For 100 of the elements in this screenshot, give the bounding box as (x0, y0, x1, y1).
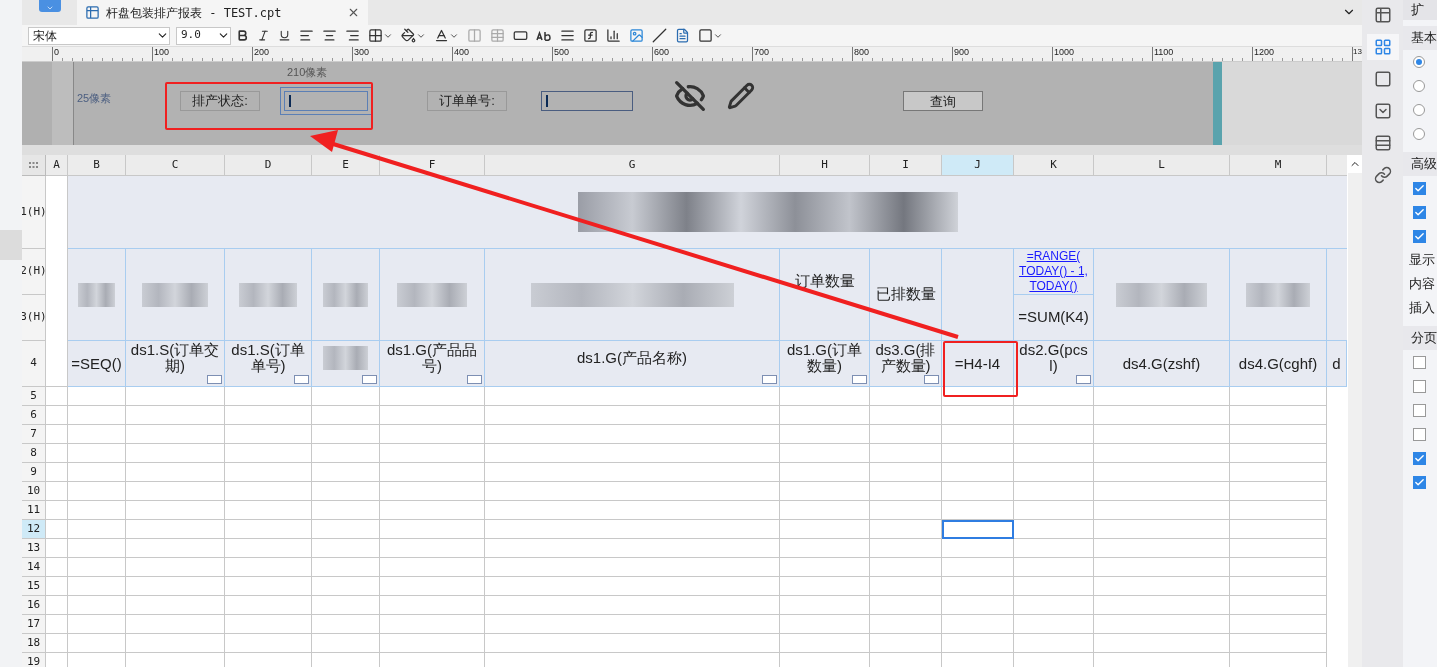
column-header[interactable]: H (780, 155, 870, 176)
align-left-icon (299, 28, 314, 43)
table-cell (870, 463, 942, 482)
column-header[interactable]: D (225, 155, 312, 176)
side-panel-tab[interactable] (1366, 34, 1399, 60)
column-header[interactable]: K (1014, 155, 1094, 176)
radio-button[interactable] (1413, 128, 1425, 140)
select-all-button[interactable] (22, 155, 46, 176)
caret-icon (45, 4, 54, 12)
table-cell (312, 501, 380, 520)
table-cell (46, 482, 68, 501)
font-size-select[interactable]: 9.0 (176, 26, 231, 45)
section-title: 分页 (1403, 326, 1437, 350)
table-cell (46, 520, 68, 539)
row-header[interactable]: 17 (22, 615, 46, 634)
radio-button[interactable] (1413, 104, 1425, 116)
row-header[interactable]: 15 (22, 577, 46, 596)
row-header[interactable]: 1(H) (22, 176, 46, 249)
table-cell (46, 501, 68, 520)
column-header[interactable]: B (68, 155, 126, 176)
column-header[interactable]: E (312, 155, 380, 176)
table-cell (312, 406, 380, 425)
align-right-icon (345, 28, 360, 43)
row-header[interactable]: 6 (22, 406, 46, 425)
formula-link[interactable]: =RANGE( TODAY() - 1, TODAY() (1016, 249, 1091, 294)
radio-button[interactable] (1413, 56, 1425, 68)
row-header[interactable]: 16 (22, 596, 46, 615)
cell-formula: =SEQ() (71, 355, 122, 372)
row-header[interactable]: 4 (22, 341, 46, 387)
text-field-icon (513, 28, 528, 43)
table-cell (68, 387, 126, 406)
checkbox[interactable] (1413, 205, 1426, 219)
column-header[interactable]: G (485, 155, 780, 176)
row-header[interactable]: 13 (22, 539, 46, 558)
row-header[interactable]: 12 (22, 520, 46, 539)
column-header[interactable]: J (942, 155, 1014, 176)
scrollbar[interactable] (1348, 155, 1362, 667)
checkbox[interactable] (1413, 451, 1426, 465)
panel-handle[interactable] (0, 230, 22, 260)
row-header[interactable]: 8 (22, 444, 46, 463)
table-cell (942, 558, 1014, 577)
row-header[interactable]: 14 (22, 558, 46, 577)
table-cell (942, 596, 1014, 615)
section-title: 基本 (1403, 26, 1437, 50)
width-hint: 210像素 (287, 65, 328, 80)
table-cell (312, 596, 380, 615)
row-header[interactable]: 19 (22, 653, 46, 667)
table-cell (68, 539, 126, 558)
pencil-icon[interactable] (727, 82, 755, 110)
query-button[interactable]: 查询 (903, 91, 983, 111)
row-header[interactable]: 18 (22, 634, 46, 653)
paragraph-icon (560, 28, 575, 43)
row-header[interactable]: 7 (22, 425, 46, 444)
row-header[interactable]: 9 (22, 463, 46, 482)
font-select[interactable]: 宋体 (28, 26, 170, 45)
column-header[interactable]: I (870, 155, 942, 176)
document-tab[interactable]: 杆盘包装排产报表 - TEST.cpt (77, 0, 369, 25)
column-header[interactable]: M (1230, 155, 1327, 176)
cell-formula: ds1.S(订单交期) (129, 342, 221, 374)
cell-formula: ds1.G(订单数量) (786, 342, 863, 374)
table-cell (68, 501, 126, 520)
checkbox[interactable] (1413, 379, 1426, 393)
row-header[interactable]: 11 (22, 501, 46, 520)
checkbox[interactable] (1413, 355, 1426, 369)
radio-button[interactable] (1413, 80, 1425, 92)
bar-chart-icon (606, 28, 621, 43)
app-menu-button[interactable] (38, 0, 61, 12)
row-header[interactable]: 10 (22, 482, 46, 501)
checkbox[interactable] (1413, 229, 1426, 243)
form-input-field[interactable] (541, 91, 633, 111)
checkbox[interactable] (1413, 181, 1426, 195)
table-cell (942, 539, 1014, 558)
column-header[interactable]: L (1094, 155, 1230, 176)
dropdown-box-icon (1373, 102, 1392, 120)
cell-formula: ds3.G(排产数量) (874, 342, 937, 374)
eye-slash-icon[interactable] (674, 80, 706, 112)
header-text: =SUM(K4) (1018, 307, 1089, 328)
panel-title: 扩 (1403, 0, 1437, 20)
table-cell (942, 634, 1014, 653)
checkbox[interactable] (1413, 427, 1426, 441)
cell-formula: ds4.G(zshf) (1122, 355, 1201, 372)
row-header[interactable]: 5 (22, 387, 46, 406)
table-cell (312, 539, 380, 558)
column-header[interactable]: A (46, 155, 68, 176)
table-cell (68, 463, 126, 482)
blurred-text (397, 282, 467, 307)
report-icon (85, 5, 100, 20)
selected-cell[interactable] (942, 520, 1014, 539)
scroll-up-button[interactable] (1348, 155, 1362, 173)
table-cell (312, 634, 380, 653)
table-cell (68, 558, 126, 577)
function-icon (583, 28, 598, 43)
table-cell (312, 425, 380, 444)
checkbox[interactable] (1413, 403, 1426, 417)
table-cell (46, 539, 68, 558)
table-cell (46, 406, 68, 425)
column-header[interactable]: C (126, 155, 225, 176)
checkbox[interactable] (1413, 475, 1426, 489)
document-icon (675, 28, 690, 43)
table-cell (46, 615, 68, 634)
